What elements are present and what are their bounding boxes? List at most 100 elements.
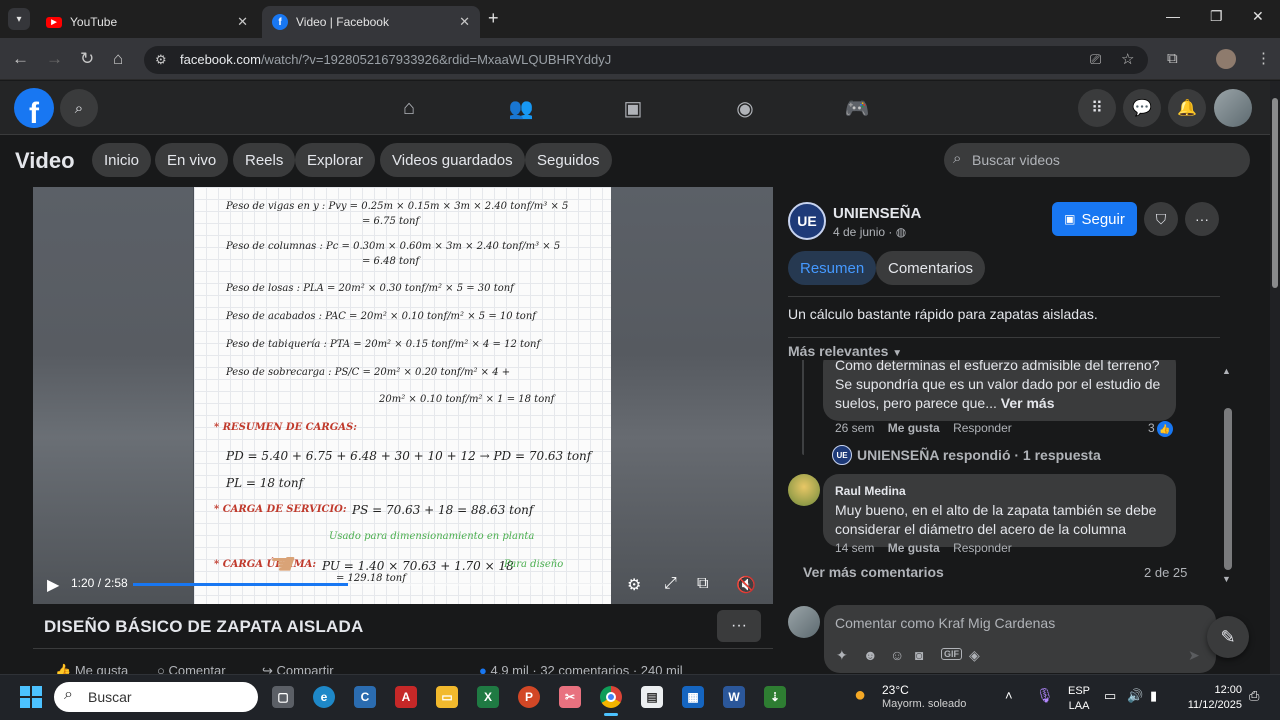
taskbar-search[interactable]: Buscar [54, 682, 258, 712]
nav-pill-reels[interactable]: Reels [233, 143, 296, 177]
scroll-up-icon[interactable]: ▲ [1222, 366, 1231, 376]
emoji-icon[interactable]: ☺ [890, 647, 904, 663]
video-more-options-button[interactable]: ··· [717, 610, 761, 642]
weather-temp[interactable]: 23°C [882, 683, 909, 697]
camera-icon[interactable]: ◙ [915, 647, 923, 663]
friends-nav-icon[interactable]: 👥 [508, 96, 534, 120]
settings-gear-icon[interactable]: ⚙ [627, 575, 641, 595]
expand-icon[interactable]: ⤢ [664, 575, 677, 593]
gif-icon[interactable]: GIF [941, 648, 962, 660]
input-language[interactable]: ESP LAA [1068, 684, 1090, 714]
chrome-menu-icon[interactable]: ⋮ [1256, 49, 1271, 67]
extensions-icon[interactable]: ⧉ [1167, 50, 1178, 67]
tab-search-button[interactable]: ▾ [8, 8, 30, 30]
comment-author[interactable]: Raul Medina [835, 482, 1164, 501]
video-progress-bar[interactable] [133, 583, 611, 586]
account-avatar[interactable] [1214, 89, 1252, 127]
nav-pill-videos-guardados[interactable]: Videos guardados [380, 143, 525, 177]
app-c-icon[interactable]: C [354, 686, 376, 708]
video-nav-icon[interactable]: ▣ [620, 96, 646, 120]
comment-sort-dropdown[interactable]: Más relevantes ▼ [788, 343, 902, 359]
autocad-icon[interactable]: A [395, 686, 417, 708]
new-message-button[interactable]: ✎ [1207, 616, 1249, 658]
tab-youtube[interactable]: ▶ YouTube ✕ [36, 6, 258, 38]
follow-button[interactable]: ▣ Seguir [1052, 202, 1137, 236]
sticker-face-icon[interactable]: ◈ [969, 647, 980, 664]
post-more-options-button[interactable]: ··· [1185, 202, 1219, 236]
profile-avatar[interactable] [1216, 49, 1236, 69]
forward-icon[interactable]: → [46, 49, 63, 69]
scroll-down-icon[interactable]: ▼ [1222, 574, 1231, 584]
file-explorer-icon[interactable]: ▭ [436, 686, 458, 708]
see-more-link[interactable]: Ver más [1001, 395, 1055, 411]
nav-pill-inicio[interactable]: Inicio [92, 143, 152, 177]
comment-input[interactable]: Comentar como Kraf Mig Cardenas ✦ ☻ ☺ ◙ … [824, 605, 1216, 673]
app-table-icon[interactable]: ▦ [682, 686, 704, 708]
edge-icon[interactable]: e [313, 686, 335, 708]
excel-icon[interactable]: X [477, 686, 499, 708]
tab-facebook[interactable]: f Video | Facebook ✕ [262, 6, 480, 38]
close-window-icon[interactable]: ✕ [1252, 8, 1264, 25]
clock[interactable]: 12:00 11/12/2025 [1180, 683, 1242, 713]
task-view-icon[interactable]: ▢ [272, 686, 294, 708]
url-text[interactable]: facebook.com/watch/?v=1928052167933926&r… [180, 52, 611, 67]
play-icon[interactable]: ▶ [47, 575, 59, 595]
notifications-button[interactable]: 🔔 [1168, 89, 1206, 127]
avatar-sticker-icon[interactable]: ✦ [836, 647, 848, 664]
powerpoint-icon[interactable]: P [518, 686, 540, 708]
comments-scrollbar[interactable] [1224, 408, 1232, 570]
page-avatar[interactable]: UE [788, 202, 826, 240]
bookmark-star-icon[interactable]: ☆ [1121, 50, 1134, 68]
reload-icon[interactable]: ↻ [80, 49, 94, 69]
comment-like-link[interactable]: Me gusta [888, 541, 940, 555]
back-icon[interactable]: ← [12, 49, 29, 69]
close-tab-icon[interactable]: ✕ [237, 14, 248, 30]
gaming-nav-icon[interactable]: 🎮 [844, 96, 870, 120]
home-icon[interactable]: ⌂ [113, 49, 123, 69]
notepad-icon[interactable]: ▤ [641, 686, 663, 708]
nav-pill-en-vivo[interactable]: En vivo [155, 143, 229, 177]
volume-muted-icon[interactable]: 🔇 [736, 575, 756, 595]
install-app-icon[interactable]: ⎚ [1090, 51, 1101, 68]
menu-grid-button[interactable]: ⠿ [1078, 89, 1116, 127]
more-comments-link[interactable]: Ver más comentarios [803, 564, 944, 580]
tray-chevron-up-icon[interactable]: ˄ [1005, 688, 1013, 703]
close-tab-icon[interactable]: ✕ [459, 14, 470, 30]
chrome-icon[interactable] [600, 686, 622, 708]
word-icon[interactable]: W [723, 686, 745, 708]
tab-resumen[interactable]: Resumen [788, 251, 877, 285]
new-tab-button[interactable]: + [488, 8, 499, 29]
snipping-tool-icon[interactable]: ✂ [559, 686, 581, 708]
video-player[interactable]: Peso de vigas en y : Pvy = 0.25m × 0.15m… [33, 187, 773, 604]
app-extra-icon[interactable]: ⇣ [764, 686, 786, 708]
windows-start-icon[interactable] [20, 686, 42, 708]
speaker-icon[interactable]: 🔊 [1127, 688, 1143, 704]
search-videos-input[interactable]: Buscar videos [944, 143, 1250, 177]
restore-icon[interactable]: ❐ [1210, 8, 1223, 25]
battery-icon[interactable]: ▮ [1150, 688, 1157, 704]
miniplayer-icon[interactable]: ⧉ [697, 575, 708, 593]
fb-search-button[interactable]: ⌕ [60, 89, 98, 127]
notification-center-icon[interactable]: ⎙ [1249, 688, 1259, 704]
nav-pill-seguidos[interactable]: Seguidos [525, 143, 612, 177]
minimize-icon[interactable]: — [1166, 8, 1180, 24]
tab-comentarios[interactable]: Comentarios [876, 251, 986, 285]
commenter-avatar[interactable] [788, 474, 820, 506]
groups-nav-icon[interactable]: ◉ [732, 96, 758, 120]
microphone-icon[interactable]: 🎙 [1036, 687, 1054, 704]
weather-desc[interactable]: Mayorm. soleado [882, 698, 966, 710]
nav-pill-explorar[interactable]: Explorar [295, 143, 375, 177]
comment-like-link[interactable]: Me gusta [888, 421, 940, 435]
comment-reply-link[interactable]: Responder [953, 421, 1012, 435]
home-nav-icon[interactable]: ⌂ [396, 96, 422, 120]
send-icon[interactable]: ➤ [1188, 647, 1200, 664]
replies-summary-link[interactable]: UNIENSEÑA respondió · 1 respuesta [857, 447, 1101, 463]
page-name[interactable]: UNIENSEÑA [833, 205, 921, 222]
page-scrollbar-thumb[interactable] [1272, 98, 1278, 288]
comment-reply-link[interactable]: Responder [953, 541, 1012, 555]
facebook-logo[interactable]: f [14, 88, 54, 128]
save-shield-button[interactable]: ⛉ [1144, 202, 1178, 236]
site-info-icon[interactable]: ⚙ [155, 52, 167, 68]
display-icon[interactable]: ▭ [1104, 688, 1116, 704]
sticker-icon[interactable]: ☻ [863, 647, 878, 663]
